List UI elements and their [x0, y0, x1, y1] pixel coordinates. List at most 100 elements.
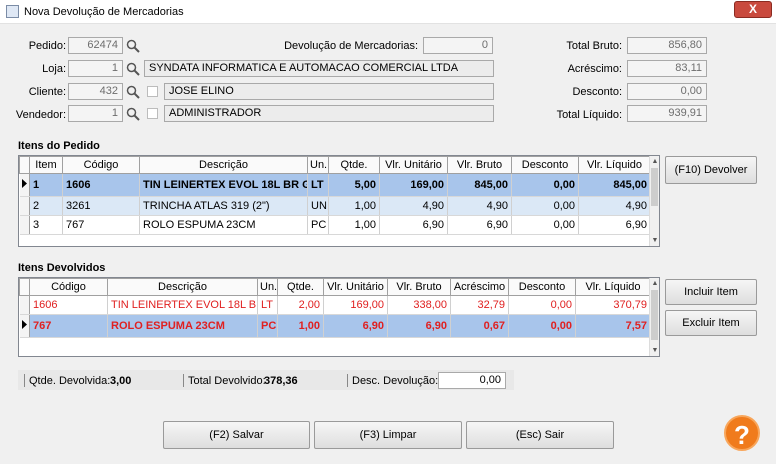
- scroll-down-icon[interactable]: ▼: [651, 346, 659, 355]
- table-cell: 6,90: [578, 215, 651, 235]
- row-indicator: [19, 196, 30, 216]
- itens-devolvidos-grid[interactable]: Código Descrição Un. Qtde. Vlr. Unitário…: [18, 277, 660, 357]
- column-header[interactable]: Desconto: [511, 156, 579, 174]
- table-cell: 767: [62, 215, 140, 235]
- table-row[interactable]: 2 3261 TRINCHA ATLAS 319 (2") UN 1,00 4,…: [19, 196, 651, 216]
- row-indicator-icon: [19, 173, 30, 197]
- table-cell: 7,57: [575, 314, 651, 338]
- devolucao-label: Devolução de Mercadorias:: [284, 40, 418, 52]
- itens-pedido-grid[interactable]: Item Código Descrição Un. Qtde. Vlr. Uni…: [18, 155, 660, 247]
- sair-button[interactable]: (Esc) Sair: [466, 421, 614, 449]
- acrescimo-field: 83,11: [627, 60, 707, 77]
- cliente-field[interactable]: 432: [68, 83, 123, 100]
- table-cell: PC: [307, 215, 329, 235]
- desconto-field: 0,00: [627, 83, 707, 100]
- help-icon[interactable]: ?: [724, 415, 760, 451]
- title-bar: Nova Devolução de Mercadorias X: [0, 0, 776, 24]
- row-indicator: [19, 295, 30, 315]
- row-indicator-icon: [19, 314, 30, 338]
- table-row[interactable]: 1 1606 TIN LEINERTEX EVOL 18L BR GEL LT …: [19, 173, 651, 197]
- devolver-button[interactable]: (F10) Devolver: [665, 156, 757, 184]
- column-header[interactable]: Acréscimo: [450, 278, 509, 296]
- devolucao-field[interactable]: 0: [423, 37, 493, 54]
- table-row[interactable]: 767 ROLO ESPUMA 23CM PC 1,00 6,90 6,90 0…: [19, 314, 651, 338]
- salvar-button[interactable]: (F2) Salvar: [163, 421, 310, 449]
- scroll-down-icon[interactable]: ▼: [651, 236, 659, 245]
- table-cell: 169,00: [379, 173, 448, 197]
- column-header[interactable]: Desconto: [508, 278, 576, 296]
- table-row[interactable]: 3 767 ROLO ESPUMA 23CM PC 1,00 6,90 6,90…: [19, 215, 651, 235]
- table-cell: 1,00: [328, 196, 380, 216]
- search-icon[interactable]: [126, 85, 140, 99]
- separator: [347, 374, 348, 387]
- total-bruto-field: 856,80: [627, 37, 707, 54]
- scroll-thumb[interactable]: [651, 290, 658, 340]
- vendedor-checkbox[interactable]: [147, 108, 158, 119]
- column-header[interactable]: Código: [29, 278, 108, 296]
- scroll-up-icon[interactable]: ▲: [651, 157, 659, 166]
- column-header[interactable]: Un.: [307, 156, 329, 174]
- cliente-checkbox[interactable]: [147, 86, 158, 97]
- total-bruto-label: Total Bruto:: [566, 40, 622, 52]
- table-cell: 6,90: [387, 314, 451, 338]
- loja-label: Loja:: [42, 63, 66, 75]
- table-cell: 1,00: [277, 314, 324, 338]
- qtde-devolvida-label: Qtde. Devolvida:: [29, 375, 111, 387]
- column-header[interactable]: Descrição: [107, 278, 258, 296]
- loja-field[interactable]: 1: [68, 60, 123, 77]
- column-header[interactable]: Descrição: [139, 156, 308, 174]
- desc-devolucao-label: Desc. Devolução:: [352, 375, 439, 387]
- column-header[interactable]: Vlr. Bruto: [447, 156, 512, 174]
- table-row[interactable]: 1606 TIN LEINERTEX EVOL 18L BR LT 2,00 1…: [19, 295, 651, 315]
- table-cell: 1606: [29, 295, 108, 315]
- excluir-item-button[interactable]: Excluir Item: [665, 310, 757, 336]
- close-button[interactable]: X: [734, 1, 772, 18]
- column-header[interactable]: Vlr. Bruto: [387, 278, 451, 296]
- column-header[interactable]: Un.: [257, 278, 278, 296]
- search-icon[interactable]: [126, 39, 140, 53]
- table-cell: 0,00: [511, 215, 579, 235]
- desconto-label: Desconto:: [572, 86, 622, 98]
- loja-name-field: SYNDATA INFORMATICA E AUTOMACAO COMERCIA…: [144, 60, 494, 77]
- pedido-field[interactable]: 62474: [68, 37, 123, 54]
- scroll-thumb[interactable]: [651, 168, 658, 206]
- search-icon[interactable]: [126, 62, 140, 76]
- column-header[interactable]: Vlr. Unitário: [379, 156, 448, 174]
- table-cell: 1606: [62, 173, 140, 197]
- table-cell: 32,79: [450, 295, 509, 315]
- column-header[interactable]: Item: [29, 156, 63, 174]
- table-cell: 0,00: [511, 196, 579, 216]
- column-header[interactable]: Vlr. Líquido: [575, 278, 651, 296]
- row-indicator: [19, 215, 30, 235]
- cliente-label: Cliente:: [28, 86, 66, 98]
- table-cell: ROLO ESPUMA 23CM: [139, 215, 308, 235]
- table-cell: 2,00: [277, 295, 324, 315]
- table-cell: 4,90: [379, 196, 448, 216]
- column-header[interactable]: Código: [62, 156, 140, 174]
- table-cell: 3: [29, 215, 63, 235]
- table-cell: 6,90: [379, 215, 448, 235]
- vendedor-field[interactable]: 1: [68, 105, 123, 122]
- table-cell: LT: [257, 295, 278, 315]
- column-header[interactable]: Vlr. Líquido: [578, 156, 651, 174]
- search-icon[interactable]: [126, 107, 140, 121]
- table-cell: ROLO ESPUMA 23CM: [107, 314, 258, 338]
- column-header[interactable]: Vlr. Unitário: [323, 278, 388, 296]
- table-cell: LT: [307, 173, 329, 197]
- qtde-devolvida-value: 3,00: [110, 375, 132, 387]
- vendedor-name-field: ADMINISTRADOR: [164, 105, 494, 122]
- column-header[interactable]: Qtde.: [328, 156, 380, 174]
- scroll-up-icon[interactable]: ▲: [651, 279, 659, 288]
- vertical-scrollbar[interactable]: ▲ ▼: [649, 156, 659, 246]
- incluir-item-button[interactable]: Incluir Item: [665, 279, 757, 305]
- table-cell: 845,00: [578, 173, 651, 197]
- desc-devolucao-field[interactable]: 0,00: [438, 372, 506, 389]
- indicator-header: [19, 278, 30, 296]
- column-header[interactable]: Qtde.: [277, 278, 324, 296]
- vertical-scrollbar[interactable]: ▲ ▼: [649, 278, 659, 356]
- separator: [183, 374, 184, 387]
- limpar-button[interactable]: (F3) Limpar: [314, 421, 462, 449]
- total-devolvido-value: 378,36: [264, 375, 298, 387]
- table-cell: 0,00: [511, 173, 579, 197]
- table-cell: 6,90: [323, 314, 388, 338]
